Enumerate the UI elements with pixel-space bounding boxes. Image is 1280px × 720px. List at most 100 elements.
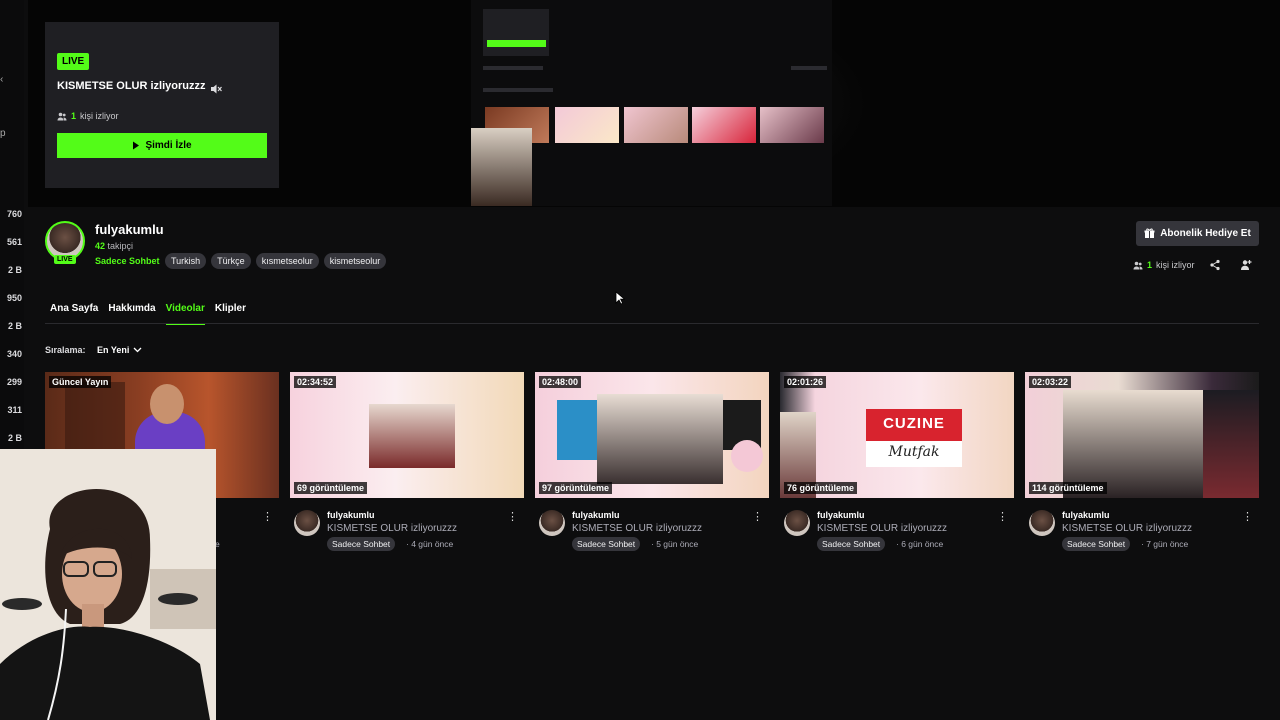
channel-tags: Turkish Türkçe kısmetseolur kismetseolur <box>165 253 387 269</box>
preview-row <box>791 66 827 70</box>
video-age: · 7 gün önce <box>1141 539 1189 549</box>
sidebar-count[interactable]: 299 <box>0 377 22 387</box>
header-viewers-count: 1 <box>1147 260 1153 270</box>
video-thumbnail[interactable]: 02:48:00 97 görüntüleme <box>535 372 769 498</box>
tag-chip[interactable]: kismetseolur <box>323 253 387 269</box>
video-channel-name[interactable]: fulyakumlu <box>572 510 620 520</box>
video-channel-avatar[interactable] <box>1029 510 1055 536</box>
webcam-person-image <box>0 449 216 720</box>
more-options-icon[interactable]: ⋮ <box>507 510 518 523</box>
video-views: 97 görüntüleme <box>539 482 613 494</box>
tab-videos[interactable]: Videolar <box>165 303 206 325</box>
mute-icon[interactable] <box>209 82 223 96</box>
video-meta: fulyakumlu KISMETSE OLUR izliyoruzzz Sad… <box>780 510 1014 560</box>
sidebar-count[interactable]: 311 <box>0 405 22 415</box>
video-duration: 02:34:52 <box>294 376 337 388</box>
tag-chip[interactable]: Turkish <box>165 253 207 269</box>
tab-about[interactable]: Hakkımda <box>108 303 155 324</box>
tag-chip[interactable]: Türkçe <box>211 253 251 269</box>
video-thumbnail[interactable]: CUZINE Mutfak 02:01:26 76 görüntüleme <box>780 372 1014 498</box>
live-viewers-count: 1 <box>71 111 77 121</box>
live-title: KISMETSE OLUR izliyoruzzz <box>57 80 206 92</box>
more-options-icon[interactable]: ⋮ <box>752 510 763 523</box>
tag-chip[interactable]: kısmetseolur <box>255 253 319 269</box>
video-views: 114 görüntüleme <box>1029 482 1107 494</box>
preview-thumb <box>760 107 824 143</box>
video-card[interactable]: 02:34:52 69 görüntüleme fulyakumlu KISME… <box>290 372 524 560</box>
watch-now-button[interactable]: Şimdi İzle <box>57 133 267 158</box>
video-duration: 02:48:00 <box>539 376 582 388</box>
video-channel-avatar[interactable] <box>539 510 565 536</box>
sidebar-count[interactable]: 2 B <box>0 321 22 331</box>
video-category[interactable]: Sadece Sohbet <box>572 537 641 551</box>
live-viewers-label: kişi izliyor <box>80 111 119 121</box>
mouse-cursor-icon <box>615 291 625 305</box>
sort-dropdown[interactable]: En Yeni <box>92 341 147 359</box>
tabs-divider <box>45 323 1259 324</box>
preview-thumb <box>555 107 619 143</box>
video-age: · 6 gün önce <box>896 539 944 549</box>
video-title[interactable]: KISMETSE OLUR izliyoruzzz <box>1062 523 1192 534</box>
sidebar-mark: ‹ <box>0 74 4 85</box>
sidebar-count[interactable]: 760 <box>0 209 22 219</box>
video-card[interactable]: CUZINE Mutfak 02:01:26 76 görüntüleme fu… <box>780 372 1014 560</box>
video-channel-name[interactable]: fulyakumlu <box>817 510 865 520</box>
sidebar-count[interactable]: 2 B <box>0 265 22 275</box>
sidebar-count[interactable]: 950 <box>0 293 22 303</box>
preview-card <box>483 9 549 56</box>
video-card[interactable]: 02:03:22 114 görüntüleme fulyakumlu KISM… <box>1025 372 1259 560</box>
live-badge: LIVE <box>57 53 90 70</box>
video-meta: fulyakumlu KISMETSE OLUR izliyoruzzz Sad… <box>535 510 769 560</box>
channel-name: fulyakumlu <box>95 222 164 237</box>
add-user-icon[interactable] <box>1240 259 1252 271</box>
tab-clips[interactable]: Klipler <box>215 303 246 324</box>
video-views: 69 görüntüleme <box>294 482 368 494</box>
video-title[interactable]: KISMETSE OLUR izliyoruzzz <box>327 523 457 534</box>
video-card[interactable]: 02:48:00 97 görüntüleme fulyakumlu KISME… <box>535 372 769 560</box>
thumb-art <box>1203 390 1259 498</box>
more-options-icon[interactable]: ⋮ <box>262 510 273 523</box>
live-viewers: 1 kişi izliyor <box>57 111 119 121</box>
video-channel-name[interactable]: fulyakumlu <box>327 510 375 520</box>
share-icon[interactable] <box>1209 259 1221 271</box>
video-duration: 02:03:22 <box>1029 376 1072 388</box>
avatar-live-badge: LIVE <box>54 255 76 264</box>
sidebar-count[interactable]: 340 <box>0 349 22 359</box>
video-category[interactable]: Sadece Sohbet <box>817 537 886 551</box>
video-thumbnail[interactable]: 02:03:22 114 görüntüleme <box>1025 372 1259 498</box>
gift-subscription-button[interactable]: Abonelik Hediye Et <box>1136 221 1259 246</box>
video-duration: 02:01:26 <box>784 376 827 388</box>
gift-subscription-label: Abonelik Hediye Et <box>1160 228 1251 239</box>
video-meta: fulyakumlu KISMETSE OLUR izliyoruzzz Sad… <box>1025 510 1259 560</box>
thumb-art <box>65 382 125 452</box>
thumb-art <box>150 384 184 424</box>
video-title[interactable]: KISMETSE OLUR izliyoruzzz <box>572 523 702 534</box>
category-link[interactable]: Sadece Sohbet <box>95 256 160 266</box>
video-age: · 4 gün önce <box>406 539 454 549</box>
sidebar-count[interactable]: 2 B <box>0 433 22 443</box>
more-options-icon[interactable]: ⋮ <box>1242 510 1253 523</box>
sidebar-count[interactable]: 561 <box>0 237 22 247</box>
video-category[interactable]: Sadece Sohbet <box>327 537 396 551</box>
video-title[interactable]: KISMETSE OLUR izliyoruzzz <box>817 523 947 534</box>
preview-row <box>483 88 553 92</box>
stream-preview-image[interactable] <box>471 0 832 206</box>
thumb-art <box>369 404 455 468</box>
app-root: ‹ p 760 561 2 B 950 2 B 340 299 311 2 B … <box>0 0 1280 720</box>
thumb-art <box>731 440 763 472</box>
video-channel-avatar[interactable] <box>294 510 320 536</box>
video-views: 76 görüntüleme <box>784 482 858 494</box>
more-options-icon[interactable]: ⋮ <box>997 510 1008 523</box>
video-thumbnail[interactable]: 02:34:52 69 görüntüleme <box>290 372 524 498</box>
watch-now-label: Şimdi İzle <box>145 140 192 151</box>
live-card <box>45 22 279 188</box>
preview-row <box>483 66 543 70</box>
sort-value: En Yeni <box>97 345 130 355</box>
thumb-art <box>597 394 723 484</box>
video-category[interactable]: Sadece Sohbet <box>1062 537 1131 551</box>
chevron-down-icon <box>133 347 142 353</box>
tab-home[interactable]: Ana Sayfa <box>50 303 98 324</box>
video-channel-avatar[interactable] <box>784 510 810 536</box>
video-channel-name[interactable]: fulyakumlu <box>1062 510 1110 520</box>
mutfak-logo-text: Mutfak <box>888 444 940 460</box>
